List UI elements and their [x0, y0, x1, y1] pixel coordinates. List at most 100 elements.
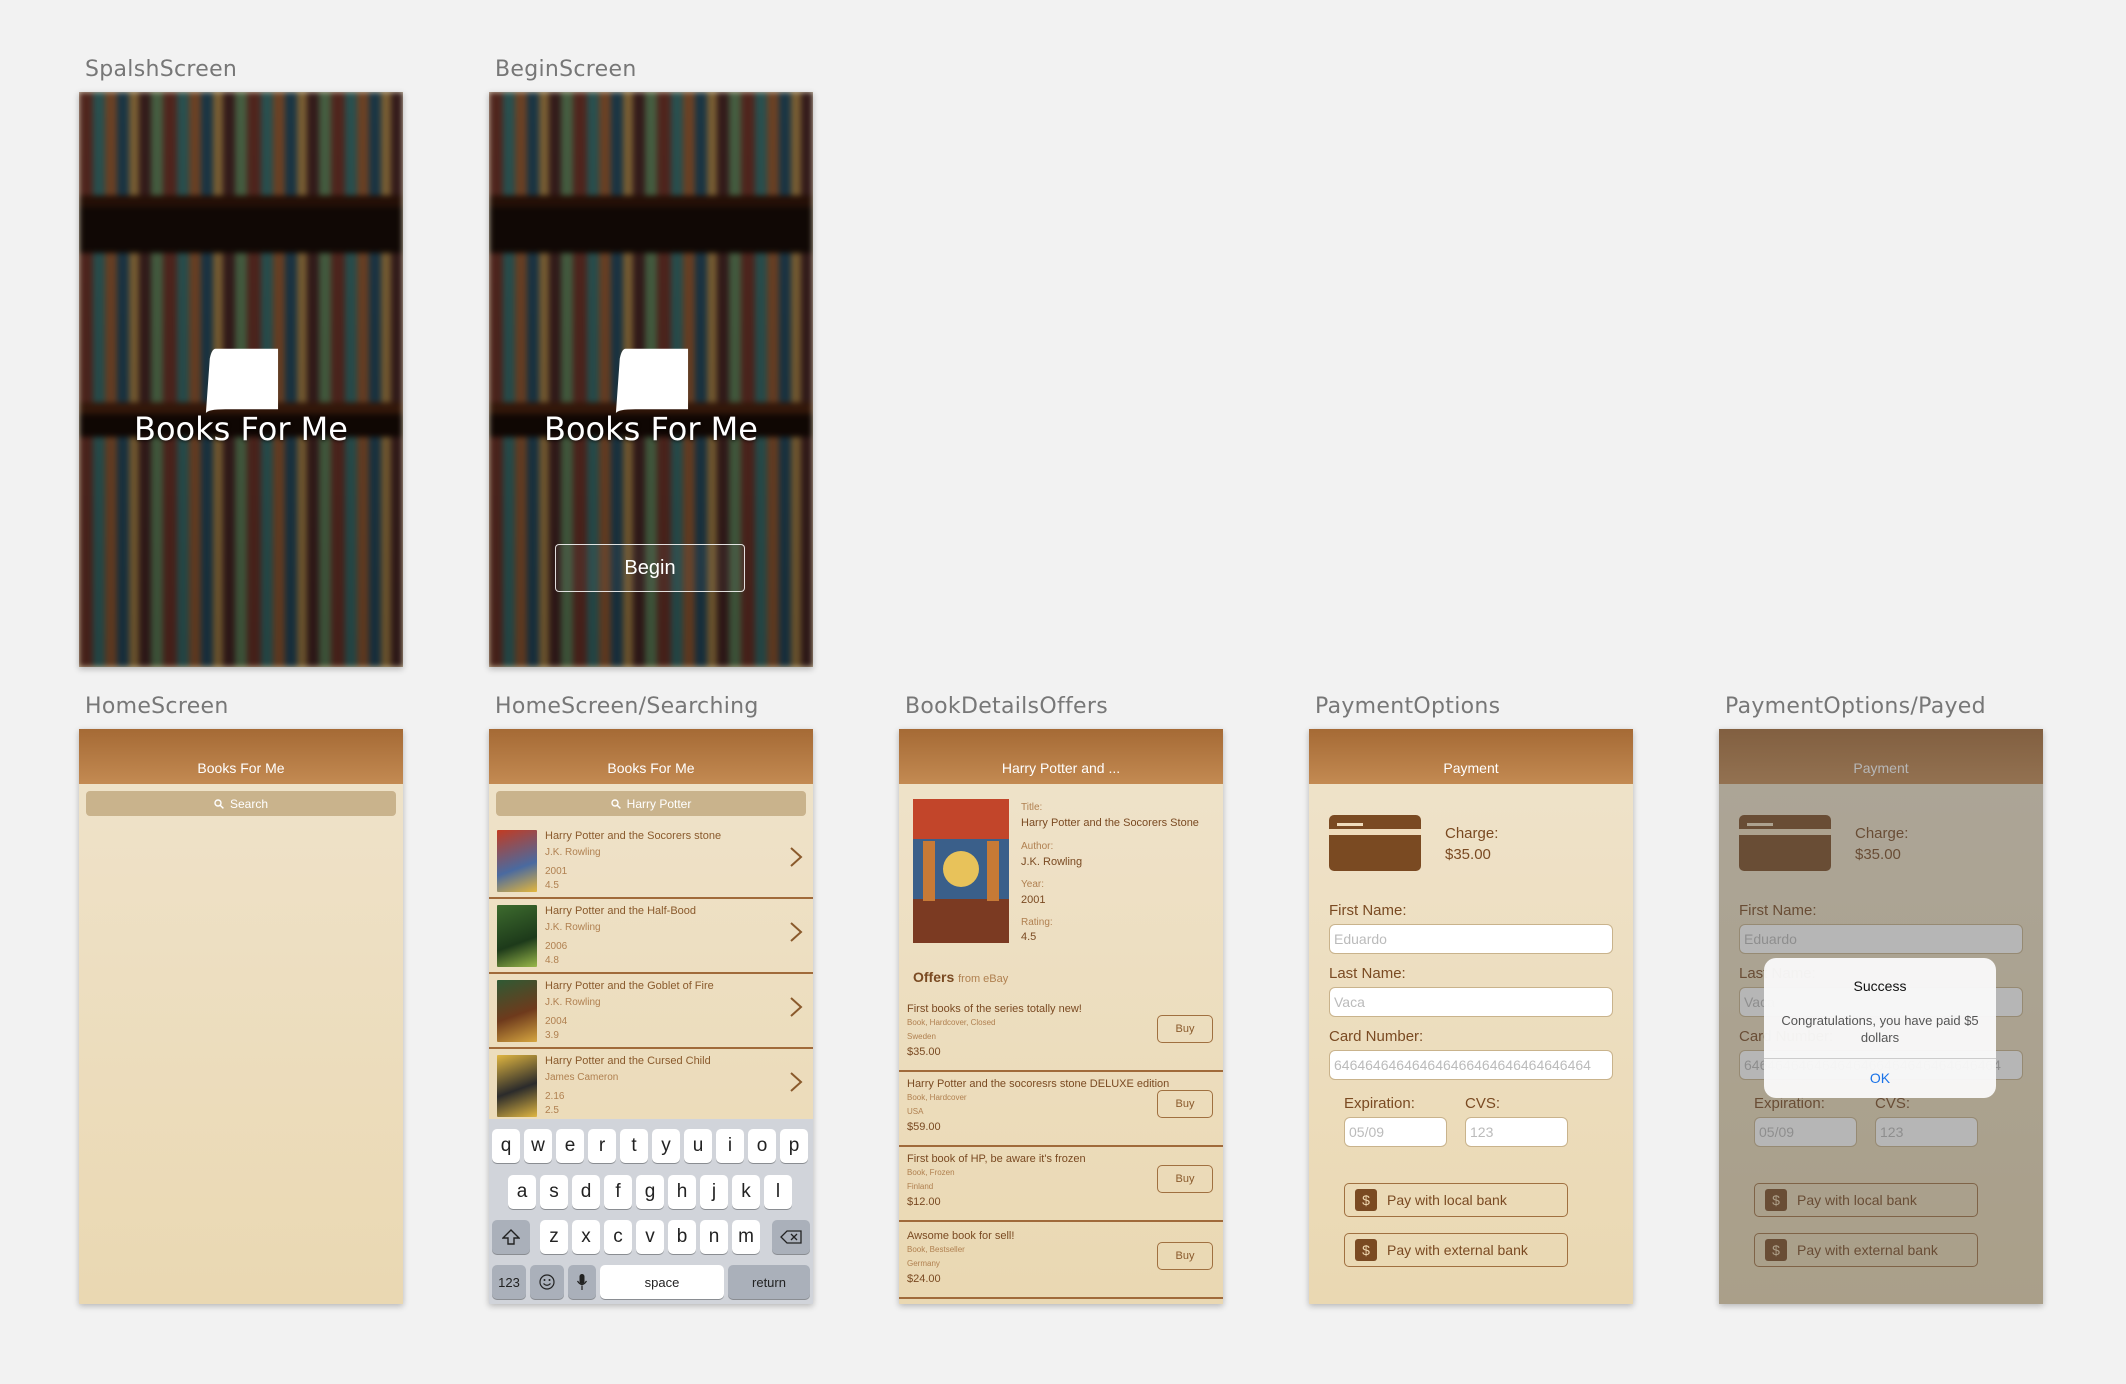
key-p[interactable]: p: [780, 1129, 808, 1163]
buy-button[interactable]: Buy: [1157, 1165, 1213, 1193]
alert-message: Congratulations, you have paid $5 dollar…: [1781, 1013, 1979, 1045]
key-o[interactable]: o: [748, 1129, 776, 1163]
title-value: Harry Potter and the Socorers Stone: [1021, 817, 1199, 829]
offer-title: First books of the series totally new!: [907, 1003, 1082, 1015]
result-title: Harry Potter and the Goblet of Fire: [545, 980, 714, 992]
result-year: 2004: [545, 1016, 568, 1027]
offers-heading: Offers from eBay: [913, 969, 1009, 985]
home-screen: Books For Me Search: [79, 729, 403, 1304]
chevron-right-icon: [790, 997, 803, 1017]
return-key[interactable]: return: [728, 1265, 810, 1299]
result-year: 2.16: [545, 1091, 565, 1102]
space-key[interactable]: space: [600, 1265, 724, 1299]
pay-local-bank-button[interactable]: $ Pay with local bank: [1344, 1183, 1568, 1217]
expiration-field[interactable]: 05/09: [1344, 1117, 1447, 1147]
payment-screen: Payment Charge: $35.00 First Name: Eduar…: [1309, 729, 1633, 1304]
charge-value: $35.00: [1445, 846, 1491, 863]
search-input[interactable]: Search: [86, 791, 396, 816]
key-r[interactable]: r: [588, 1129, 616, 1163]
shift-key[interactable]: [492, 1220, 530, 1254]
author-label: Author:: [1021, 841, 1054, 852]
search-placeholder: Search: [229, 796, 269, 811]
card-number-field[interactable]: 646464646464646466464646464646464: [1329, 1050, 1613, 1080]
backspace-key[interactable]: [772, 1220, 810, 1254]
first-name-field[interactable]: Eduardo: [1329, 924, 1613, 954]
book-cover-image: [497, 1055, 537, 1117]
key-w[interactable]: w: [524, 1129, 552, 1163]
searching-screen: Books For Me Harry Potter Harry Potter a…: [489, 729, 813, 1304]
cvs-label: CVS:: [1465, 1095, 1501, 1112]
search-value: Harry Potter: [626, 796, 692, 811]
key-d[interactable]: d: [572, 1175, 600, 1209]
pay-external-bank-button[interactable]: $ Pay with external bank: [1344, 1233, 1568, 1267]
offer-country: Finland: [907, 1182, 934, 1191]
search-input[interactable]: Harry Potter: [496, 791, 806, 816]
key-j[interactable]: j: [700, 1175, 728, 1209]
key-z[interactable]: z: [540, 1220, 568, 1254]
key-u[interactable]: u: [684, 1129, 712, 1163]
result-author: James Cameron: [545, 1072, 619, 1083]
key-h[interactable]: h: [668, 1175, 696, 1209]
key-s[interactable]: s: [540, 1175, 568, 1209]
offer-description: Book, Frozen: [907, 1168, 955, 1177]
artboard-label-details: BookDetailsOffers: [905, 694, 1108, 719]
on-screen-keyboard: q w e r t y u i o p a s d f g h j k l z …: [489, 1119, 813, 1304]
key-a[interactable]: a: [508, 1175, 536, 1209]
key-t[interactable]: t: [620, 1129, 648, 1163]
artboard-label-home: HomeScreen: [85, 694, 229, 719]
offer-country: Germany: [907, 1259, 940, 1268]
key-k[interactable]: k: [732, 1175, 760, 1209]
key-l[interactable]: l: [764, 1175, 792, 1209]
begin-button[interactable]: Begin: [555, 544, 745, 592]
search-icon: [610, 798, 621, 809]
book-cover-image: [497, 980, 537, 1042]
key-e[interactable]: e: [556, 1129, 584, 1163]
result-row[interactable]: Harry Potter and the Half-Bood J.K. Rowl…: [489, 899, 813, 974]
key-v[interactable]: v: [636, 1220, 664, 1254]
title-label: Title:: [1021, 802, 1043, 813]
key-m[interactable]: m: [732, 1220, 760, 1254]
buy-button[interactable]: Buy: [1157, 1242, 1213, 1270]
offer-description: Book, Hardcover, Closed: [907, 1018, 996, 1027]
key-c[interactable]: c: [604, 1220, 632, 1254]
splash-screen: Books For Me: [79, 92, 403, 667]
numbers-key[interactable]: 123: [492, 1265, 526, 1299]
emoji-key[interactable]: [530, 1265, 564, 1299]
key-n[interactable]: n: [700, 1220, 728, 1254]
result-row[interactable]: Harry Potter and the Socorers stone J.K.…: [489, 824, 813, 899]
result-year: 2006: [545, 941, 568, 952]
artboard-label-searching: HomeScreen/Searching: [495, 694, 759, 719]
pay-external-bank-label: Pay with external bank: [1387, 1242, 1528, 1258]
app-title: Books For Me: [134, 410, 348, 448]
book-cover-image: [497, 830, 537, 892]
offer-row: Awsome book for sell! Book, Bestseller G…: [899, 1224, 1223, 1299]
chevron-right-icon: [790, 1072, 803, 1092]
offers-source: from eBay: [958, 973, 1009, 985]
key-f[interactable]: f: [604, 1175, 632, 1209]
key-g[interactable]: g: [636, 1175, 664, 1209]
key-q[interactable]: q: [492, 1129, 520, 1163]
chevron-right-icon: [790, 922, 803, 942]
buy-button[interactable]: Buy: [1157, 1015, 1213, 1043]
offer-price: $24.00: [907, 1273, 941, 1285]
alert-ok-button[interactable]: OK: [1764, 1070, 1996, 1086]
cvs-field[interactable]: 123: [1465, 1117, 1568, 1147]
result-row[interactable]: Harry Potter and the Cursed Child James …: [489, 1049, 813, 1124]
key-y[interactable]: y: [652, 1129, 680, 1163]
shift-icon: [502, 1229, 520, 1245]
rating-label: Rating:: [1021, 917, 1053, 928]
result-rating: 2.5: [545, 1105, 559, 1116]
nav-title: Books For Me: [607, 760, 695, 776]
year-label: Year:: [1021, 879, 1044, 890]
book-details-screen: Harry Potter and ... Title: Harry Potter…: [899, 729, 1223, 1304]
book-logo-icon: [615, 348, 689, 414]
key-x[interactable]: x: [572, 1220, 600, 1254]
microphone-key[interactable]: [568, 1265, 596, 1299]
key-b[interactable]: b: [668, 1220, 696, 1254]
key-i[interactable]: i: [716, 1129, 744, 1163]
last-name-field[interactable]: Vaca: [1329, 987, 1613, 1017]
offer-title: Awsome book for sell!: [907, 1230, 1015, 1242]
year-value: 2001: [1021, 894, 1046, 906]
buy-button[interactable]: Buy: [1157, 1090, 1213, 1118]
result-row[interactable]: Harry Potter and the Goblet of Fire J.K.…: [489, 974, 813, 1049]
